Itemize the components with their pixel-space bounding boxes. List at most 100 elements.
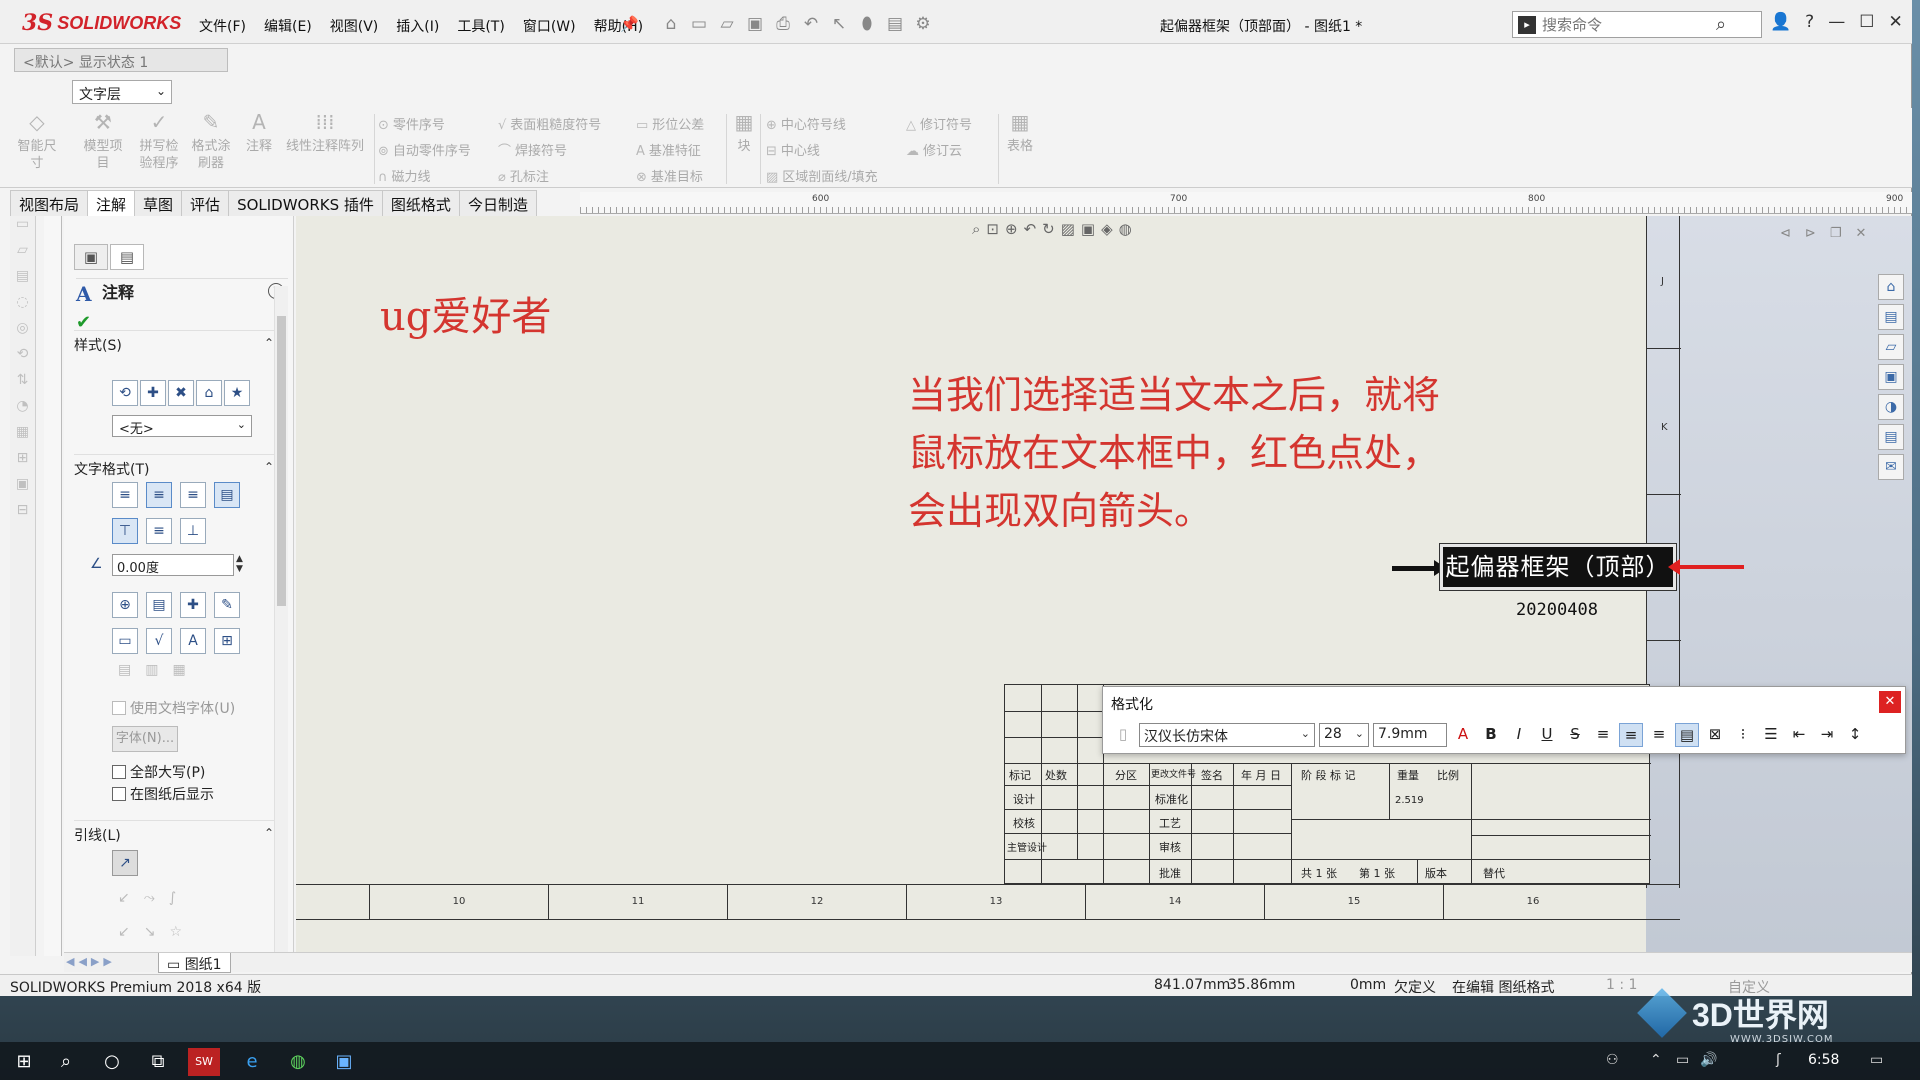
- edge-browser-icon[interactable]: e: [236, 1048, 268, 1076]
- tool-icon[interactable]: ◔: [10, 398, 35, 424]
- new-document-icon[interactable]: ▭: [688, 14, 710, 34]
- balloon-button[interactable]: ⊙ 零件序号: [378, 114, 445, 133]
- volume-icon[interactable]: 🔊: [1700, 1052, 1717, 1068]
- tool-icon[interactable]: ⊟: [10, 502, 35, 528]
- datum-target-button[interactable]: ⊗ 基准目标: [636, 166, 703, 185]
- file-explorer-icon[interactable]: ▱: [1878, 334, 1904, 360]
- italic-button[interactable]: I: [1507, 723, 1531, 747]
- zoom-in-out-icon[interactable]: ⊕: [1005, 220, 1018, 238]
- close-button[interactable]: ✕: [1888, 12, 1902, 32]
- part-name-text-box[interactable]: 起偏器框架（顶部）: [1439, 543, 1677, 591]
- note-button[interactable]: A 注释: [244, 112, 274, 155]
- tray-chevron-icon[interactable]: ⌃: [1650, 1052, 1662, 1068]
- block-button[interactable]: ▦ 块: [732, 112, 756, 155]
- tool-icon[interactable]: ▭: [10, 216, 35, 242]
- align-right-icon[interactable]: ≡: [180, 482, 206, 508]
- delete-style-icon[interactable]: ✖: [168, 380, 194, 406]
- numbering-icon[interactable]: ☰: [1759, 723, 1783, 747]
- undo-icon[interactable]: ↶: [800, 14, 822, 34]
- menu-window[interactable]: 窗口(W): [514, 14, 585, 38]
- restore-icon[interactable]: ❐: [1830, 226, 1842, 241]
- apply-default-style-icon[interactable]: ⟲: [112, 380, 138, 406]
- increase-indent-icon[interactable]: ⇥: [1815, 723, 1839, 747]
- menu-view[interactable]: 视图(V): [321, 14, 388, 38]
- previous-icon[interactable]: ⊲: [1780, 226, 1791, 241]
- menu-edit[interactable]: 编辑(E): [255, 14, 321, 38]
- sheet-tab[interactable]: ▭ 图纸1: [158, 953, 231, 973]
- input-method-icon[interactable]: ʃ: [1776, 1052, 1781, 1068]
- spell-check-button[interactable]: ✓ 拼写检验程序: [136, 112, 182, 172]
- tab-addins[interactable]: SOLIDWORKS 插件: [228, 190, 383, 216]
- pin-menu-icon[interactable]: 📌: [620, 15, 639, 33]
- model-items-button[interactable]: ⚒ 模型项目: [80, 112, 126, 172]
- start-menu-icon[interactable]: ⊞: [8, 1048, 40, 1076]
- menu-help[interactable]: 帮助(H): [585, 14, 652, 38]
- bold-button[interactable]: B: [1479, 723, 1503, 747]
- notifications-icon[interactable]: ▭: [1870, 1052, 1883, 1068]
- justify-icon[interactable]: ▤: [214, 482, 240, 508]
- link-to-property-icon[interactable]: ▤: [146, 592, 172, 618]
- rebuild-icon[interactable]: ↻: [1042, 220, 1055, 238]
- tool-icon[interactable]: ▣: [10, 476, 35, 502]
- angle-spinner[interactable]: ▲ ▼: [236, 554, 243, 574]
- underline-button[interactable]: U: [1535, 723, 1559, 747]
- tool-icon[interactable]: ◌: [10, 294, 35, 320]
- home-icon[interactable]: ⌂: [1878, 274, 1904, 300]
- angle-field[interactable]: 0.00度: [112, 554, 234, 576]
- font-dropdown[interactable]: 汉仪长仿宋体 ⌄: [1139, 723, 1315, 747]
- task-view-icon[interactable]: ⧉: [142, 1048, 174, 1076]
- smart-dimension-button[interactable]: ◇ 智能尺寸: [14, 112, 60, 172]
- revision-symbol-button[interactable]: △ 修订符号: [906, 114, 972, 133]
- select-icon[interactable]: ↖: [828, 14, 850, 34]
- line-spacing-icon[interactable]: ↕: [1843, 723, 1867, 747]
- user-account-icon[interactable]: 👤: [1770, 12, 1791, 32]
- sheet-scale[interactable]: 1 : 1: [1606, 977, 1637, 993]
- display-behind-sheet-checkbox[interactable]: 在图纸后显示: [112, 784, 214, 804]
- zoom-to-fit-icon[interactable]: ⌕: [972, 220, 980, 238]
- search-icon[interactable]: ⌕: [1716, 14, 1726, 35]
- insert-hole-callout-icon[interactable]: ⊞: [214, 628, 240, 654]
- rebuild-icon[interactable]: ⬮: [856, 14, 878, 34]
- options-gear-icon[interactable]: ⚙: [912, 14, 934, 34]
- sheet-navigation-arrows[interactable]: ◀◀▶▶: [66, 955, 116, 968]
- close-icon[interactable]: ✕: [1879, 691, 1901, 713]
- style-group-header[interactable]: 样式(S) ⌃: [74, 330, 274, 355]
- network-icon[interactable]: ▭: [1676, 1052, 1689, 1068]
- font-size-dropdown[interactable]: 28 ⌄: [1319, 723, 1369, 747]
- appearance-icon[interactable]: ◍: [1119, 220, 1132, 238]
- font-button[interactable]: 字体(N)...: [112, 726, 178, 752]
- zoom-to-area-icon[interactable]: ⊡: [986, 220, 999, 238]
- property-manager-scrollbar[interactable]: [274, 286, 288, 956]
- align-center-icon[interactable]: ≡: [146, 482, 172, 508]
- datum-feature-button[interactable]: A 基准特征: [636, 140, 701, 159]
- geometric-tolerance-button[interactable]: ▭ 形位公差: [636, 114, 704, 133]
- insert-gtol-icon[interactable]: ▭: [112, 628, 138, 654]
- tool-icon[interactable]: ▱: [10, 242, 35, 268]
- align-right-icon[interactable]: ≡: [1647, 723, 1671, 747]
- open-document-icon[interactable]: ▱: [716, 14, 738, 34]
- wechat-icon[interactable]: ◍: [282, 1048, 314, 1076]
- print-icon[interactable]: ⎙: [772, 14, 794, 34]
- solidworks-logo[interactable]: 3S SOLIDWORKS: [22, 10, 181, 36]
- property-manager-tab-icon[interactable]: ▤: [110, 244, 144, 270]
- search-input[interactable]: [1542, 15, 1712, 34]
- surface-finish-button[interactable]: √ 表面粗糙度符号: [498, 114, 601, 133]
- add-style-icon[interactable]: ✚: [140, 380, 166, 406]
- forum-icon[interactable]: ✉: [1878, 454, 1904, 480]
- decrease-indent-icon[interactable]: ⇤: [1787, 723, 1811, 747]
- all-caps-checkbox[interactable]: 全部大写(P): [112, 762, 205, 782]
- area-hatch-button[interactable]: ▨ 区域剖面线/填充: [766, 166, 878, 185]
- feature-manager-tab-icon[interactable]: ▣: [74, 244, 108, 270]
- app-icon[interactable]: ▣: [328, 1048, 360, 1076]
- appearances-icon[interactable]: ◑: [1878, 394, 1904, 420]
- tab-manufacturing[interactable]: 今日制造: [458, 190, 537, 216]
- display-style-icon[interactable]: ▣: [1081, 220, 1095, 238]
- minimize-button[interactable]: —: [1828, 12, 1845, 32]
- fit-text-icon[interactable]: ▤: [1675, 723, 1699, 747]
- solidworks-taskbar-icon[interactable]: SW: [188, 1048, 220, 1076]
- align-left-icon[interactable]: ≡: [112, 482, 138, 508]
- menu-file[interactable]: 文件(F): [190, 14, 255, 38]
- cortana-icon[interactable]: ○: [96, 1048, 128, 1076]
- tab-evaluate[interactable]: 评估: [181, 190, 230, 216]
- style-dropdown[interactable]: <无> ⌄: [112, 415, 252, 437]
